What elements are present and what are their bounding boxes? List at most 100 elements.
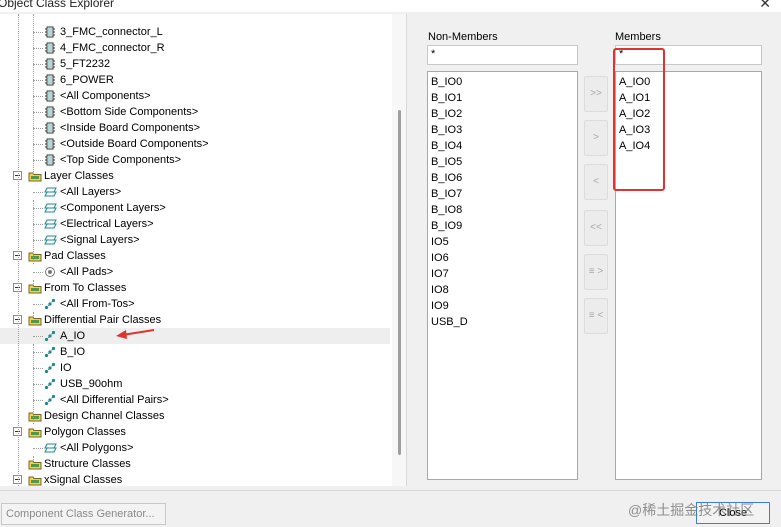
tree-item-label: 4_FMC_connector_R	[60, 42, 165, 54]
component-class-icon	[44, 26, 56, 38]
component-class-icon	[44, 58, 56, 70]
tree-connector	[33, 144, 43, 145]
tree-scrollbar[interactable]	[392, 14, 406, 486]
tree-item[interactable]: <All Pads>	[0, 264, 390, 280]
list-item[interactable]: B_IO4	[431, 138, 462, 154]
tree-item[interactable]: USB_90ohm	[0, 376, 390, 392]
tree-item-label: USB_90ohm	[60, 378, 123, 390]
tree-connector	[33, 80, 43, 81]
list-item[interactable]: B_IO9	[431, 218, 462, 234]
tree-item[interactable]: <Inside Board Components>	[0, 120, 390, 136]
tree-item-label: IO	[60, 362, 72, 374]
tree-item[interactable]: <Bottom Side Components>	[0, 104, 390, 120]
component-class-icon	[44, 106, 56, 118]
tree-item[interactable]: <Component Layers>	[0, 200, 390, 216]
tree-item[interactable]: A_IO	[0, 328, 390, 344]
list-item[interactable]: IO9	[431, 298, 449, 314]
class-tree[interactable]: 3_FMC_connector_L 4_FMC_connector_R 5_FT22…	[0, 14, 407, 486]
tree-item[interactable]: Layer Classes	[0, 168, 390, 184]
folder-icon	[28, 314, 42, 326]
list-item[interactable]: IO6	[431, 250, 449, 266]
move-left-button[interactable]: <	[584, 164, 608, 200]
tree-item[interactable]: Design Channel Classes	[0, 408, 390, 424]
tree-item[interactable]: IO	[0, 360, 390, 376]
tree-connector	[33, 192, 43, 193]
move-all-left-button[interactable]: <<	[584, 210, 608, 246]
tree-item[interactable]: 6_POWER	[0, 72, 390, 88]
tree-connector	[33, 128, 43, 129]
tree-item[interactable]: <All Layers>	[0, 184, 390, 200]
tree-connector	[33, 272, 43, 273]
tree-item[interactable]: Pad Classes	[0, 248, 390, 264]
tree-item[interactable]: <Outside Board Components>	[0, 136, 390, 152]
members-label: Members	[615, 31, 661, 43]
pad-icon	[44, 266, 56, 278]
layer-icon	[44, 218, 57, 230]
tree-guide-line	[33, 456, 34, 460]
non-members-list[interactable]: B_IO0 B_IO1 B_IO2 B_IO3 B_IO4 B_IO5 B_IO6 B_IO7…	[427, 71, 578, 480]
list-item[interactable]: B_IO0	[431, 74, 462, 90]
tree-item[interactable]: From To Classes	[0, 280, 390, 296]
list-item[interactable]: IO7	[431, 266, 449, 282]
tree-item-label: B_IO	[60, 346, 86, 358]
window-close-icon[interactable]: ✕	[759, 0, 771, 12]
list-item[interactable]: B_IO2	[431, 106, 462, 122]
tree-item-label: <Outside Board Components>	[60, 138, 209, 150]
tree-item[interactable]: <All Components>	[0, 88, 390, 104]
list-item[interactable]: B_IO3	[431, 122, 462, 138]
tree-item-label: <All Polygons>	[60, 442, 134, 454]
tree-item[interactable]: 5_FT2232	[0, 56, 390, 72]
tree-item[interactable]: <All From-Tos>	[0, 296, 390, 312]
tree-connector	[33, 32, 43, 33]
tree-guide-line	[33, 344, 34, 424]
net-icon	[44, 362, 56, 374]
list-item[interactable]: IO5	[431, 234, 449, 250]
tree-item[interactable]: xSignal Classes	[0, 472, 390, 486]
list-item[interactable]: IO8	[431, 282, 449, 298]
list-item[interactable]: B_IO6	[431, 170, 462, 186]
tree-scrollbar-thumb[interactable]	[398, 110, 401, 455]
tree-item[interactable]: B_IO	[0, 344, 390, 360]
tree-connector	[33, 352, 43, 353]
tree-item-label: xSignal Classes	[44, 474, 123, 486]
list-item[interactable]: B_IO5	[431, 154, 462, 170]
tree-item[interactable]: Differential Pair Classes	[0, 312, 390, 328]
list-item[interactable]: B_IO8	[431, 202, 462, 218]
watermark: @稀土掘金技术社区	[628, 502, 755, 518]
tree-item[interactable]: <All Differential Pairs>	[0, 392, 390, 408]
move-right-button[interactable]: >	[584, 120, 608, 156]
folder-icon	[28, 410, 42, 422]
tree-connector	[33, 240, 43, 241]
folder-icon	[28, 250, 42, 262]
tree-item-label: <All Differential Pairs>	[60, 394, 169, 406]
tree-item[interactable]: <Electrical Layers>	[0, 216, 390, 232]
net-icon	[44, 394, 56, 406]
tree-item-label: A_IO	[60, 330, 86, 342]
component-class-generator-button[interactable]: Component Class Generator...	[1, 503, 166, 525]
component-class-icon	[44, 138, 56, 150]
tree-item-label: <All From-Tos>	[60, 298, 135, 310]
tree-item[interactable]: <Signal Layers>	[0, 232, 390, 248]
tree-item-label: Pad Classes	[44, 250, 106, 262]
tree-item[interactable]: <All Polygons>	[0, 440, 390, 456]
tree-guide-line	[18, 14, 19, 486]
tree-item[interactable]: Structure Classes	[0, 456, 390, 472]
tree-item[interactable]: Polygon Classes	[0, 424, 390, 440]
list-item[interactable]: USB_D	[431, 314, 468, 330]
tree-item-label: 6_POWER	[60, 74, 114, 86]
tree-item[interactable]: 4_FMC_connector_R	[0, 40, 390, 56]
component-class-icon	[44, 42, 56, 54]
folder-icon	[28, 458, 42, 470]
layer-icon	[44, 234, 57, 246]
move-selected-left-button[interactable]: ≡ <	[584, 298, 608, 334]
tree-item-label: <Top Side Components>	[60, 154, 182, 166]
tree-item[interactable]: 3_FMC_connector_L	[0, 24, 390, 40]
tree-connector	[33, 48, 43, 49]
list-item[interactable]: B_IO1	[431, 90, 462, 106]
move-selected-right-button[interactable]: ≡ >	[584, 254, 608, 290]
list-item[interactable]: B_IO7	[431, 186, 462, 202]
move-all-right-button[interactable]: >>	[584, 76, 608, 112]
tree-item[interactable]: <Top Side Components>	[0, 152, 390, 168]
non-members-filter[interactable]: *	[427, 45, 578, 65]
tree-connector	[33, 336, 43, 337]
